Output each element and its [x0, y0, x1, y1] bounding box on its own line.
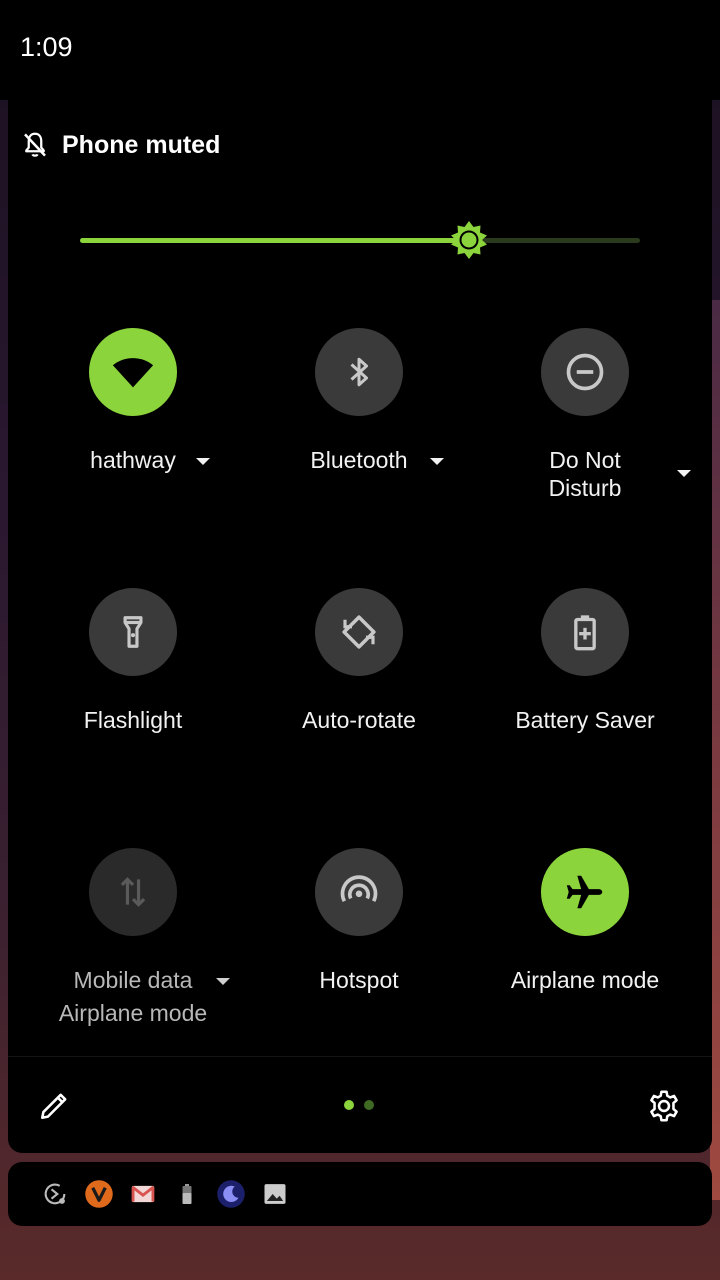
quick-settings-panel: Phone muted hathway Bluetooth Do Not Dis… [8, 100, 712, 1153]
battery-saver-icon [574, 615, 596, 651]
footer-divider [8, 1056, 712, 1057]
flashlight-icon [123, 616, 143, 648]
tile-battery-saver[interactable]: Battery Saver [475, 588, 695, 734]
page-dot-active [344, 1100, 354, 1110]
screen-recorder-icon [40, 1179, 70, 1209]
tile-airplane-mode[interactable]: Airplane mode [475, 848, 695, 994]
battery-icon [172, 1179, 202, 1209]
auto-rotate-toggle[interactable] [315, 588, 403, 676]
brightness-slider[interactable] [80, 221, 640, 259]
page-indicator [344, 1100, 374, 1110]
gmail-icon [128, 1179, 158, 1209]
airplane-icon [566, 875, 603, 909]
night-mode-icon [216, 1179, 246, 1209]
do-not-disturb-icon [566, 353, 604, 391]
tile-auto-rotate[interactable]: Auto-rotate [249, 588, 469, 734]
hotspot-toggle[interactable] [315, 848, 403, 936]
status-bar: 1:09 [0, 0, 720, 100]
tile-label-do-not-disturb: Do Not Disturb [475, 446, 695, 502]
bell-off-icon [24, 132, 46, 157]
dnd-menu-chevron-icon[interactable] [677, 470, 691, 477]
battery-saver-toggle[interactable] [541, 588, 629, 676]
tile-label-dnd-line1: Do Not [549, 447, 621, 473]
hotspot-icon [340, 875, 378, 903]
wifi-icon [112, 358, 154, 388]
ringer-status[interactable]: Phone muted [20, 124, 220, 166]
tile-label-auto-rotate: Auto-rotate [302, 707, 416, 733]
tile-hotspot[interactable]: Hotspot [249, 848, 469, 994]
brightness-track-fill [80, 238, 469, 243]
mobile-data-menu-chevron-icon[interactable] [216, 978, 230, 985]
bluetooth-icon [350, 357, 368, 387]
do-not-disturb-toggle[interactable] [541, 328, 629, 416]
pencil-icon[interactable] [38, 1088, 72, 1122]
tile-label-wifi: hathway [90, 447, 176, 473]
airplane-mode-toggle[interactable] [541, 848, 629, 936]
brightness-thumb-icon[interactable] [449, 220, 489, 260]
bluetooth-toggle[interactable] [315, 328, 403, 416]
gear-icon[interactable] [646, 1088, 682, 1124]
mobile-data-toggle[interactable] [89, 848, 177, 936]
bluetooth-menu-chevron-icon[interactable] [430, 458, 444, 465]
notification-icons-bar[interactable] [8, 1162, 712, 1226]
clock: 1:09 [20, 32, 73, 62]
tile-label-dnd-line2: Disturb [548, 475, 622, 501]
tile-do-not-disturb[interactable]: Do Not Disturb [475, 328, 695, 502]
ringer-status-label: Phone muted [62, 130, 221, 159]
v-app-icon [84, 1179, 114, 1209]
tile-flashlight[interactable]: Flashlight [23, 588, 243, 734]
tile-sublabel-mobile-data: Airplane mode [58, 1000, 208, 1026]
brightness-track[interactable] [80, 238, 640, 243]
tile-label-battery-saver: Battery Saver [515, 707, 655, 733]
tile-label-airplane-mode: Airplane mode [510, 967, 660, 993]
tile-label-mobile-data: Mobile data [73, 967, 193, 993]
auto-rotate-icon [342, 615, 376, 649]
image-icon [260, 1179, 290, 1209]
tile-label-hotspot: Hotspot [319, 967, 399, 993]
flashlight-toggle[interactable] [89, 588, 177, 676]
wifi-menu-chevron-icon[interactable] [196, 458, 210, 465]
tile-bluetooth[interactable]: Bluetooth [249, 328, 469, 474]
tile-label-flashlight: Flashlight [83, 707, 183, 733]
tile-mobile-data[interactable]: Mobile data Airplane mode [23, 848, 243, 1027]
page-dot [364, 1100, 374, 1110]
tile-wifi[interactable]: hathway [23, 328, 243, 474]
mobile-data-icon [120, 877, 146, 907]
wifi-toggle[interactable] [89, 328, 177, 416]
